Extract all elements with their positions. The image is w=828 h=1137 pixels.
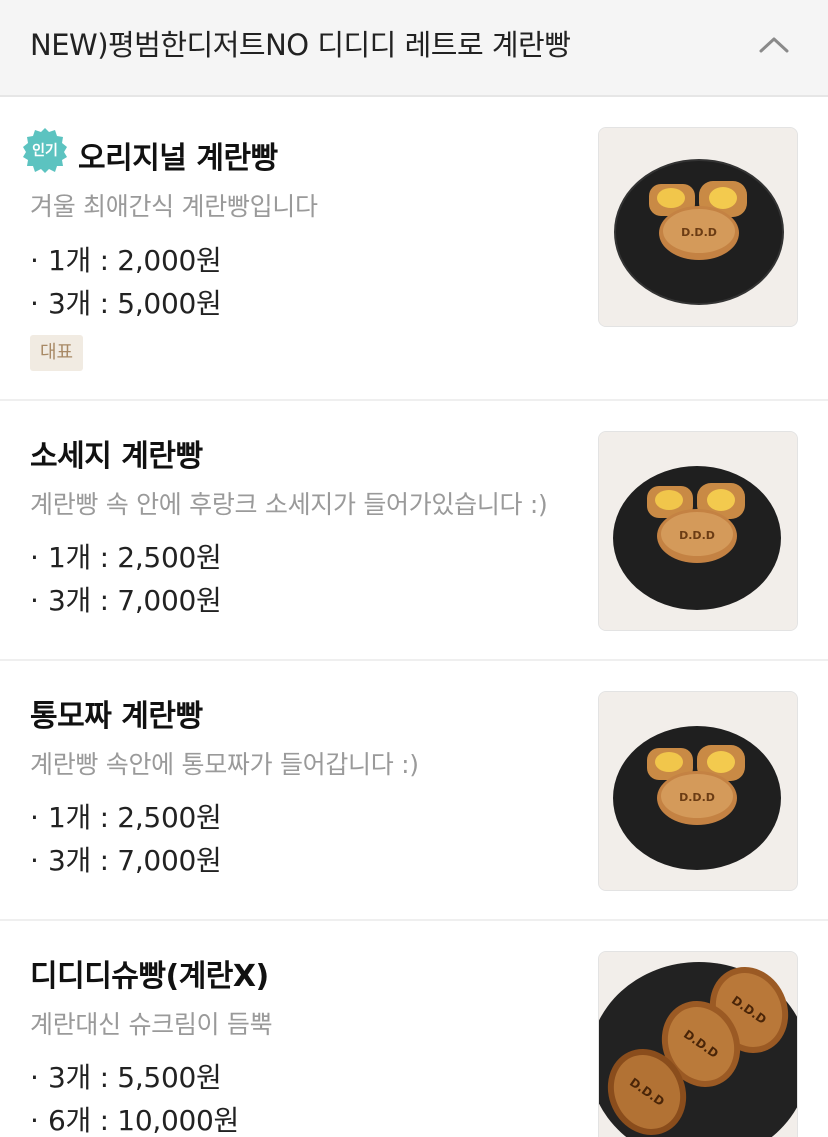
item-description: 계란대신 슈크림이 듬뿍 [30,1010,273,1039]
egg-bread-image: D.D.D [599,692,797,890]
price-option: · 1개 : 2,000원 [30,244,222,277]
price-text: 1개 : 2,000원 [48,244,222,277]
price-text: 1개 : 2,500원 [48,541,222,574]
price-option: · 6개 : 10,000원 [30,1104,239,1137]
item-description: 계란빵 속안에 통모짜가 들어갑니다 :) [30,750,419,779]
chevron-up-icon [759,37,789,53]
item-thumbnail[interactable]: D.D.D [598,691,798,891]
price-option: · 3개 : 7,000원 [30,584,222,617]
menu-item[interactable]: 소세지 계란빵 계란빵 속 안에 후랑크 소세지가 들어가있습니다 :) · 1개… [0,401,828,661]
price-text: 3개 : 5,000원 [48,287,222,320]
popular-badge-label: 인기 [32,143,58,159]
svg-text:D.D.D: D.D.D [679,791,715,804]
svg-text:D.D.D: D.D.D [681,226,717,239]
price-text: 3개 : 5,500원 [48,1061,222,1094]
popular-badge: 인기 [22,127,68,173]
egg-bread-image: D.D.D [599,128,797,326]
menu-item[interactable]: 인기 오리지널 계란빵 겨울 최애간식 계란빵입니다 · 1개 : 2,000원 … [0,97,828,401]
price-text: 6개 : 10,000원 [48,1104,239,1137]
item-name: 소세지 계란빵 [30,439,203,474]
price-option: · 3개 : 7,000원 [30,844,222,877]
price-text: 1개 : 2,500원 [48,801,222,834]
menu-item[interactable]: 통모짜 계란빵 계란빵 속안에 통모짜가 들어갑니다 :) · 1개 : 2,50… [0,661,828,921]
item-thumbnail[interactable]: D.D.D [598,127,798,327]
price-option: · 3개 : 5,000원 [30,287,222,320]
svg-text:D.D.D: D.D.D [679,529,715,542]
item-name: 통모짜 계란빵 [30,699,203,734]
item-name: 디디디슈빵(계란X) [30,959,269,994]
collapse-button[interactable] [752,22,796,66]
item-thumbnail[interactable]: D.D.D D.D.D D.D.D [598,951,798,1137]
section-title: NEW)평범한디저트NO 디디디 레트로 계란빵 [30,28,571,62]
choux-bread-image: D.D.D D.D.D D.D.D [599,952,797,1137]
item-name: 오리지널 계란빵 [78,141,278,176]
egg-bread-image: D.D.D [599,432,797,630]
item-description: 계란빵 속 안에 후랑크 소세지가 들어가있습니다 :) [30,490,548,519]
representative-tag: 대표 [30,335,84,371]
section-header[interactable]: NEW)평범한디저트NO 디디디 레트로 계란빵 [0,0,828,97]
item-description: 겨울 최애간식 계란빵입니다 [30,192,318,221]
price-text: 3개 : 7,000원 [48,584,222,617]
price-option: · 3개 : 5,500원 [30,1061,222,1094]
menu-item[interactable]: 디디디슈빵(계란X) 계란대신 슈크림이 듬뿍 · 3개 : 5,500원 · 6개… [0,921,828,1137]
price-text: 3개 : 7,000원 [48,844,222,877]
price-option: · 1개 : 2,500원 [30,541,222,574]
item-thumbnail[interactable]: D.D.D [598,431,798,631]
price-option: · 1개 : 2,500원 [30,801,222,834]
